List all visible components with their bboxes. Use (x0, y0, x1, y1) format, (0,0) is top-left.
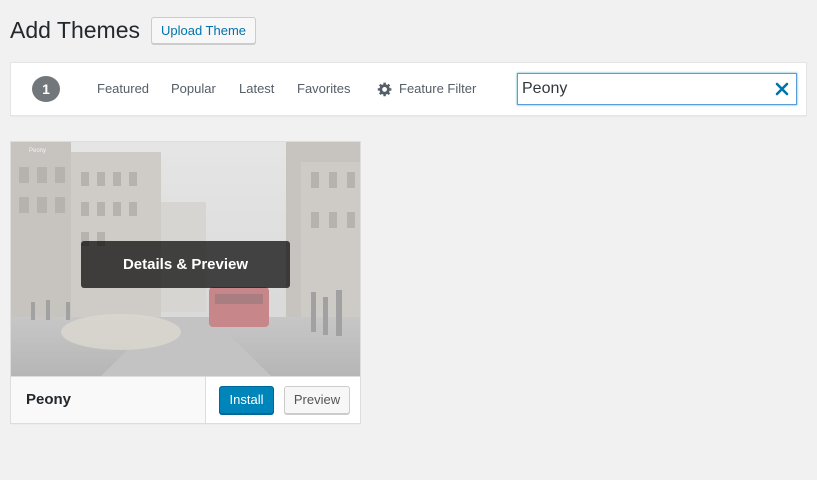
install-button[interactable]: Install (219, 386, 274, 414)
page-title: Add Themes (10, 17, 140, 43)
feature-filter-button[interactable]: Feature Filter (377, 81, 476, 97)
search-input[interactable] (517, 73, 797, 105)
upload-theme-button[interactable]: Upload Theme (150, 16, 257, 44)
tab-latest[interactable]: Latest (239, 81, 274, 97)
details-preview-overlay[interactable]: Details & Preview (81, 241, 290, 288)
theme-count-badge: 1 (32, 76, 60, 102)
gear-icon (377, 82, 392, 97)
theme-name-container: Peony (11, 377, 206, 423)
theme-name: Peony (26, 391, 72, 408)
tab-popular[interactable]: Popular (171, 81, 216, 97)
preview-button[interactable]: Preview (284, 386, 350, 414)
close-icon[interactable] (775, 82, 789, 96)
tab-favorites[interactable]: Favorites (297, 81, 350, 97)
theme-card-footer: Peony Install Preview (11, 376, 360, 423)
theme-card[interactable]: Peony Details & Preview Peony Install Pr… (10, 141, 361, 424)
page-header: Add Themes Upload Theme (10, 16, 257, 44)
theme-filter-bar: 1 Featured Popular Latest Favorites Feat… (10, 62, 807, 116)
theme-screenshot[interactable]: Peony Details & Preview (11, 142, 360, 376)
feature-filter-label: Feature Filter (399, 81, 477, 96)
tab-featured[interactable]: Featured (97, 81, 149, 97)
